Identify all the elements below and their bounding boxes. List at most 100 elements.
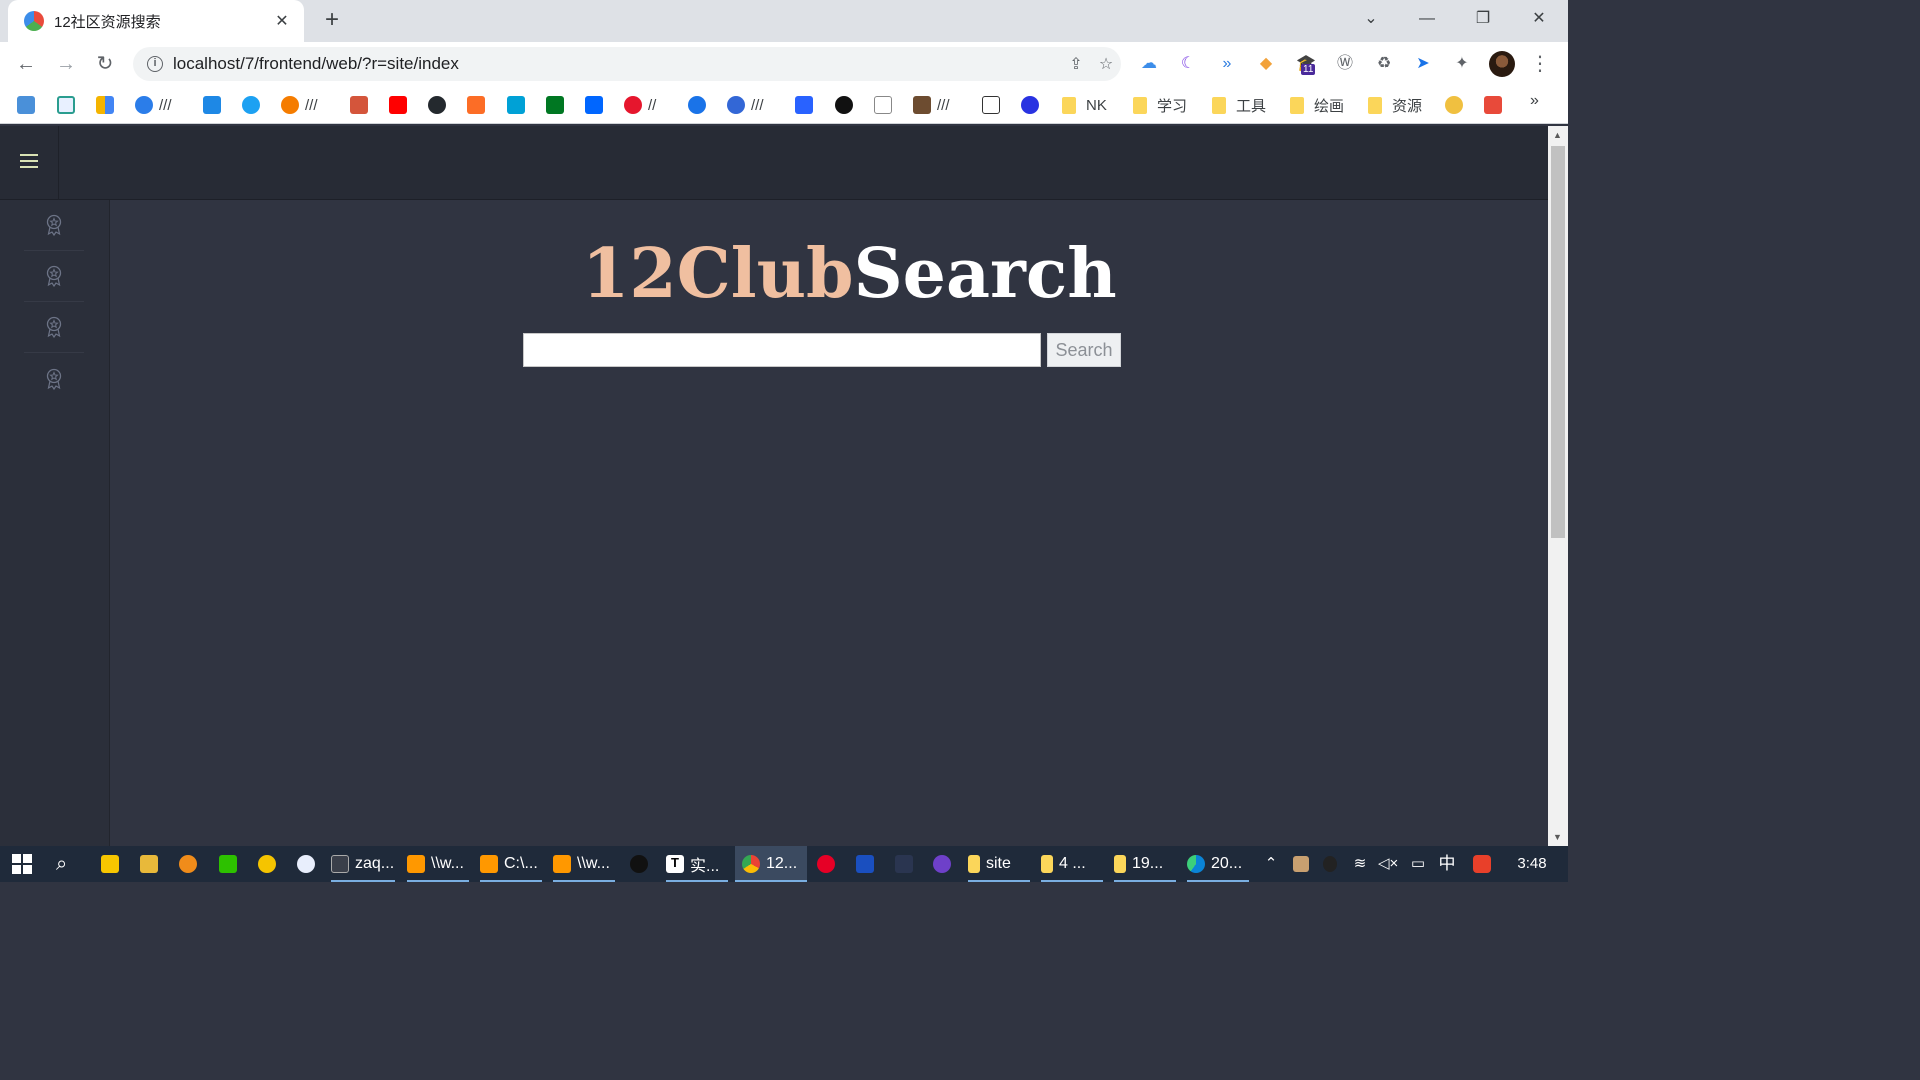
bookmark-item[interactable]: /// [135,94,172,116]
taskbar-window[interactable]: 20... [1187,846,1249,882]
bookmark-item[interactable] [428,94,452,116]
bookmark-item[interactable] [57,94,81,116]
bookmark-item[interactable] [546,94,570,116]
moon-extension-icon[interactable]: ☾ [1176,52,1200,76]
input-method-indicator[interactable]: 中 [1436,846,1458,882]
bookmark-star-icon[interactable]: ☆ [1091,54,1121,74]
search-icon[interactable]: ⌕ [56,846,67,882]
bookmark-folder[interactable]: 工具 [1212,94,1266,116]
arrow-extension-icon[interactable]: ➤ [1411,52,1435,76]
page-scrollbar[interactable]: ▲ ▼ [1548,126,1568,846]
bookmark-item[interactable] [688,94,712,116]
bookmark-item[interactable] [874,94,898,116]
scroll-down-icon[interactable]: ▼ [1553,832,1562,842]
scrollbar-thumb[interactable] [1551,146,1565,538]
taskbar-window[interactable]: 4 ... [1041,846,1103,882]
bookmark-item[interactable] [982,94,1006,116]
url-text[interactable]: localhost/7/frontend/web/?r=site/index [173,54,1061,74]
bookmark-item[interactable] [1445,94,1469,116]
taskbar-app[interactable] [258,846,282,882]
clock-time[interactable]: 3:48 [1508,846,1556,882]
bookmark-item[interactable] [835,94,859,116]
bookmark-folder[interactable]: 绘画 [1290,94,1344,116]
bookmark-item[interactable] [242,94,266,116]
profile-avatar[interactable] [1489,51,1515,77]
taskbar-app[interactable] [817,846,841,882]
battery-icon[interactable]: ▭ [1408,846,1428,882]
sidebar-item[interactable] [24,200,84,251]
close-window-button[interactable]: ✕ [1519,6,1559,32]
bookmark-item[interactable] [507,94,531,116]
bookmark-item[interactable] [389,94,413,116]
bookmark-item[interactable] [203,94,227,116]
sidebar-item[interactable] [24,302,84,353]
taskbar-app[interactable] [630,846,654,882]
sidebar-item[interactable] [24,353,84,404]
speech-extension-icon[interactable]: » [1215,52,1239,76]
tray-qq-icon[interactable] [1320,846,1340,882]
start-button[interactable] [12,846,32,882]
forward-button[interactable]: → [52,50,80,78]
taskbar-window[interactable]: T 实... [666,846,728,882]
taskbar-app[interactable] [219,846,243,882]
cloud-extension-icon[interactable]: ☁ [1137,52,1161,76]
windows-logo-icon [12,854,32,874]
tray-app-icon[interactable] [1291,846,1311,882]
hamburger-menu-icon[interactable] [20,154,38,170]
tab-search-button[interactable]: ⌄ [1351,6,1391,32]
wifi-icon[interactable]: ≋ [1350,846,1370,882]
bookmark-item[interactable]: /// [727,94,764,116]
taskbar-app[interactable] [856,846,880,882]
site-info-icon[interactable]: i [147,56,163,72]
bookmark-item[interactable] [96,94,120,116]
tray-overflow-icon[interactable]: ⌃ [1262,846,1280,882]
taskbar-app[interactable] [101,846,125,882]
search-button[interactable]: Search [1047,333,1121,367]
sidebar-item[interactable] [24,251,84,302]
taskbar-window[interactable]: 19... [1114,846,1176,882]
restore-button[interactable]: ❐ [1463,6,1503,32]
share-icon[interactable]: ⇪ [1061,54,1091,74]
recycle-extension-icon[interactable]: ♻ [1372,52,1396,76]
bookmark-folder[interactable]: NK [1062,94,1107,116]
bookmark-item[interactable] [350,94,374,116]
bookmark-item[interactable] [585,94,609,116]
taskbar-app[interactable] [179,846,203,882]
taskbar-window[interactable]: \\w... [553,846,615,882]
bookmark-item[interactable] [467,94,491,116]
bookmark-item[interactable] [1021,94,1045,116]
browser-menu-icon[interactable]: ⋮ [1530,50,1550,78]
taskbar-app[interactable] [140,846,164,882]
wordpress-extension-icon[interactable]: Ⓦ [1333,52,1357,76]
volume-muted-icon[interactable]: ◁× [1378,846,1398,882]
taskbar-app[interactable] [297,846,321,882]
taskbar-app[interactable] [933,846,957,882]
browser-tab-active[interactable]: 12社区资源搜索 ✕ [8,0,304,42]
taskbar-window[interactable]: C:\... [480,846,542,882]
new-tab-button[interactable]: + [318,6,346,34]
extensions-puzzle-icon[interactable]: ✦ [1450,52,1474,76]
scroll-up-icon[interactable]: ▲ [1553,130,1562,140]
tab-close-icon[interactable]: ✕ [272,11,292,31]
bookmark-item[interactable] [1484,94,1508,116]
bookmark-folder[interactable]: 学习 [1133,94,1187,116]
bookmark-item[interactable]: // [624,94,656,116]
sogou-input-icon[interactable] [1471,846,1493,882]
taskbar-window[interactable]: site [968,846,1030,882]
minimize-button[interactable]: — [1407,6,1447,32]
reload-button[interactable]: ↻ [91,50,119,78]
bookmark-item[interactable]: /// [281,94,318,116]
bookmark-item[interactable] [17,94,41,116]
taskbar-window-active[interactable]: 12... [735,846,807,882]
taskbar-window[interactable]: \\w... [407,846,469,882]
back-button[interactable]: ← [12,50,40,78]
bookmark-folder[interactable]: 资源 [1368,94,1422,116]
orange-extension-icon[interactable]: ◆ [1254,52,1278,76]
taskbar-window[interactable]: zaq... [331,846,395,882]
taskbar-app[interactable] [895,846,919,882]
bookmark-item[interactable] [795,94,819,116]
bookmark-item[interactable]: /// [913,94,950,116]
address-bar[interactable]: i localhost/7/frontend/web/?r=site/index… [133,47,1121,81]
bookmarks-overflow-button[interactable]: » [1530,92,1539,110]
search-input[interactable] [523,333,1041,367]
